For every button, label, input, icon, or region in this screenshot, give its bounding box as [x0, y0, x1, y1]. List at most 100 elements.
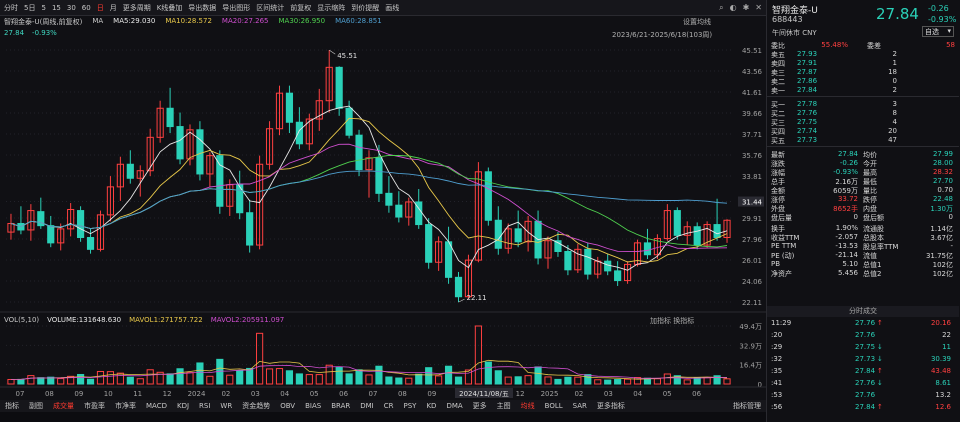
kline-chart[interactable]: 45.51 43.56 41.61 39.66 37.71 35.76 33.81 31.44…: [0, 38, 766, 400]
indicator-tab[interactable]: 主图: [492, 401, 516, 411]
trade-volume: 43.48: [930, 367, 951, 375]
candle-body: [236, 184, 244, 214]
indicator-tab[interactable]: KDJ: [172, 402, 194, 410]
quote-cell: 买五: [771, 137, 785, 145]
candle-body: [444, 241, 453, 278]
indicator-tab[interactable]: DMA: [441, 402, 467, 410]
volume-bar: [385, 376, 393, 385]
trade-volume: 22: [942, 331, 951, 339]
indicator-tab[interactable]: 更多: [468, 401, 492, 411]
indicator-tab[interactable]: BIAS: [300, 402, 326, 410]
candle-body: [355, 134, 363, 171]
indicator-manage-button[interactable]: 指标管理: [728, 401, 766, 411]
watchlist-select-label: 自选: [925, 28, 939, 36]
volume-bar: [454, 376, 463, 385]
bid-row: 买五 27.73 47: [769, 136, 957, 145]
indicator-tab[interactable]: 副图: [24, 401, 48, 411]
period-tab[interactable]: 60: [82, 4, 91, 12]
ma-label[interactable]: MA: [92, 17, 103, 28]
watchlist-select[interactable]: 自选 ▾: [922, 26, 954, 37]
indicator-tab[interactable]: RSI: [194, 402, 215, 410]
quote-cell: 27.87: [797, 68, 818, 76]
indicator-tab[interactable]: 市净率: [110, 401, 141, 411]
y-tick-label: 26.01: [742, 257, 762, 265]
ask-row: 卖四 27.91 1: [769, 59, 957, 68]
y-tick-label: 43.56: [742, 68, 763, 76]
period-tab[interactable]: 显示缩阵: [317, 3, 345, 13]
bell-icon[interactable]: ◐: [730, 3, 737, 13]
period-tab[interactable]: 画线: [385, 3, 399, 13]
trades-header[interactable]: 分时成交: [767, 306, 959, 317]
divider: [767, 96, 959, 97]
volume-bar: [544, 376, 552, 385]
trade-volume: 12.6: [935, 403, 951, 411]
candle-body: [713, 224, 721, 238]
candle-body: [614, 270, 622, 282]
stock-change: -0.26: [928, 4, 949, 13]
indicator-tab[interactable]: KD: [421, 402, 441, 410]
indicator-tab[interactable]: BOLL: [540, 402, 568, 410]
indicator-tab[interactable]: BRAR: [326, 402, 355, 410]
x-tick-label: 11: [133, 390, 142, 398]
indicator-tab[interactable]: DMI: [355, 402, 379, 410]
set-ma-button[interactable]: 设置均线: [683, 17, 711, 27]
stock-price: 27.84: [876, 5, 919, 23]
y-tick-label: 35.76: [742, 152, 763, 160]
stock-percent: -0.93%: [928, 15, 957, 24]
period-tab[interactable]: 导出数据: [188, 3, 216, 13]
candle-body: [176, 126, 184, 160]
x-tick-label: 12: [163, 390, 172, 398]
period-tab[interactable]: 分时: [4, 3, 18, 13]
volume-bar: [77, 373, 85, 385]
candle-body: [564, 250, 572, 271]
indicator-tab[interactable]: OBV: [275, 402, 300, 410]
indicator-tab[interactable]: 市盈率: [79, 401, 110, 411]
volume-bar: [295, 373, 303, 385]
x-tick-label: 06: [339, 390, 348, 398]
period-tab[interactable]: 5: [41, 4, 45, 12]
period-tab[interactable]: K线叠加: [157, 3, 183, 13]
x-tick-label: 09: [427, 390, 436, 398]
trade-time: :35: [771, 367, 783, 375]
indicator-tab[interactable]: 资金趋势: [237, 401, 275, 411]
volume-bar: [425, 367, 433, 385]
indicator-tab[interactable]: SAR: [568, 402, 592, 410]
indicator-bar: 指标 副图 成交量 市盈率 市净率 MACD KDJ RSI WR 资金趋势 OBV BIAS BRAR…: [0, 400, 766, 412]
close-icon[interactable]: ✕: [755, 3, 762, 13]
volume-bar: [435, 375, 443, 385]
period-tab[interactable]: 区间统计: [256, 3, 284, 13]
quote-cell: PB: [771, 260, 781, 268]
period-tab[interactable]: 前复权: [290, 3, 311, 13]
indicator-tab[interactable]: 成交量: [48, 401, 79, 411]
mavol2-line: [10, 365, 728, 380]
volume-bar: [375, 365, 383, 385]
period-tab[interactable]: 月: [110, 3, 117, 13]
period-tab[interactable]: 导出图形: [222, 3, 250, 13]
trade-row: :35 27.84 ↑ 43.48: [769, 367, 957, 376]
indicator-tab[interactable]: 均线: [516, 401, 540, 411]
period-tab[interactable]: 日: [97, 3, 104, 13]
candle-body: [514, 228, 522, 243]
indicator-tab[interactable]: 指标: [0, 401, 24, 411]
indicator-tab[interactable]: PSY: [399, 402, 422, 410]
quote-cell: 27.74: [797, 127, 818, 135]
indicator-tab[interactable]: CR: [379, 402, 399, 410]
period-tab[interactable]: 更多周期: [123, 3, 151, 13]
period-tab[interactable]: 15: [52, 4, 61, 12]
period-tab[interactable]: 5日: [24, 3, 35, 13]
period-tab[interactable]: 30: [67, 4, 76, 12]
gear-icon[interactable]: ✱: [743, 3, 750, 13]
y-tick-label: 22.11: [742, 299, 762, 307]
trade-price: 27.76: [855, 379, 876, 387]
trade-time: :29: [771, 343, 783, 351]
indicator-tab[interactable]: MACD: [141, 402, 172, 410]
search-icon[interactable]: ⌕: [719, 3, 723, 13]
trade-time: 11:29: [771, 319, 792, 327]
indicator-tab[interactable]: 更多指标: [592, 401, 630, 411]
vol-value: VOLUME:131648.630: [47, 316, 122, 324]
indicator-tab[interactable]: WR: [215, 402, 237, 410]
indicator-switch[interactable]: 加指标 换指标: [650, 316, 694, 326]
candle-body: [385, 192, 393, 206]
period-tab[interactable]: 到价提醒: [351, 3, 379, 13]
trade-row: :56 27.84 ↑ 12.6: [769, 403, 957, 412]
